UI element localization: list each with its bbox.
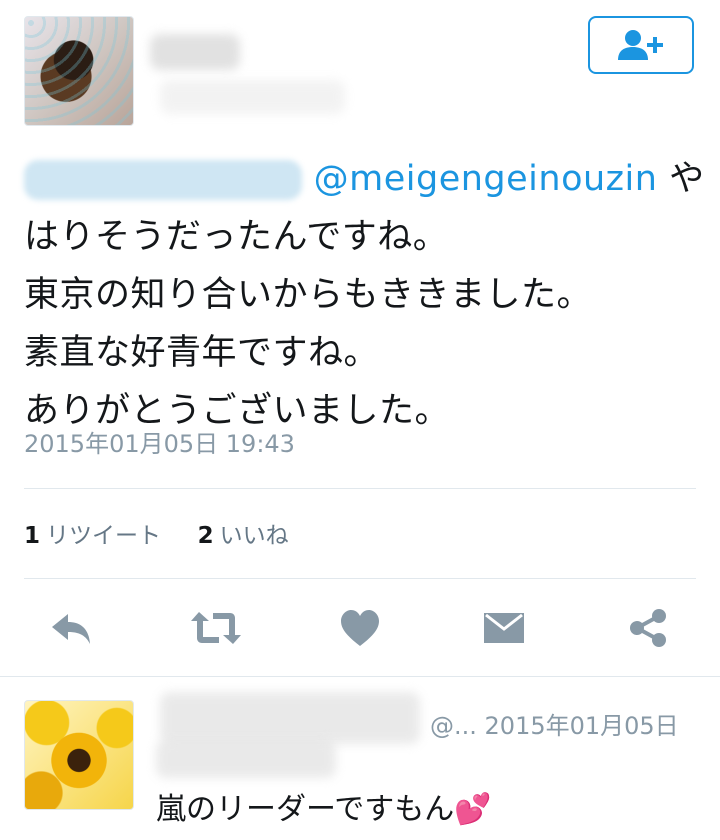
share-icon xyxy=(630,609,666,647)
tweet-line-3: 東京の知り合いからもききました。 xyxy=(24,275,593,315)
reply-meta: @... 2015年01月05日 xyxy=(430,706,679,741)
like-stat[interactable]: 2 いいね xyxy=(198,523,289,549)
reply-icon xyxy=(52,614,90,644)
divider xyxy=(0,676,720,677)
retweet-count: 1 xyxy=(24,523,41,549)
reply-author-name-redacted xyxy=(160,692,420,744)
mention-link[interactable]: @meigengeinouzin xyxy=(314,159,658,199)
dm-icon xyxy=(484,613,524,643)
reply-button[interactable] xyxy=(44,600,100,656)
direct-message-button[interactable] xyxy=(476,600,532,656)
retweet-stat[interactable]: 1 リツイート xyxy=(24,523,168,549)
reply-text: 嵐のリーダーですもん💕 xyxy=(156,792,492,827)
tweet-text: @meigengeinouzin や はりそうだったんですね。 東京の知り合いか… xyxy=(24,150,704,440)
tweet-line-4: 素直な好青年ですね。 xyxy=(24,333,380,373)
author-avatar[interactable] xyxy=(24,16,134,126)
tweet-timestamp: 2015年01月05日 19:43 xyxy=(24,430,295,458)
share-button[interactable] xyxy=(620,600,676,656)
mention-redacted xyxy=(24,160,302,200)
like-count: 2 xyxy=(197,523,214,549)
heart-icon xyxy=(341,610,379,646)
tweet-line-1: @meigengeinouzin や xyxy=(24,150,704,208)
reply-handle[interactable]: @... xyxy=(430,712,477,740)
like-button[interactable] xyxy=(332,600,388,656)
tweet-line-1-tail: や xyxy=(669,159,705,199)
author-handle-redacted xyxy=(160,80,345,114)
follow-button[interactable] xyxy=(588,16,694,74)
tweet-line-2: はりそうだったんですね。 xyxy=(24,217,449,257)
reply-author-avatar[interactable] xyxy=(24,700,134,810)
tweet-stats: 1 リツイート 2 いいね xyxy=(24,516,289,550)
retweet-label: リツイート xyxy=(46,523,162,549)
add-user-icon xyxy=(618,30,663,60)
like-label: いいね xyxy=(219,523,289,549)
action-bar xyxy=(24,600,696,656)
reply-to-redacted xyxy=(156,740,336,778)
divider xyxy=(24,488,696,489)
divider xyxy=(24,578,696,579)
retweet-icon xyxy=(191,612,241,644)
author-name-redacted xyxy=(150,34,240,70)
retweet-button[interactable] xyxy=(188,600,244,656)
reply-date: 2015年01月05日 xyxy=(484,712,679,740)
